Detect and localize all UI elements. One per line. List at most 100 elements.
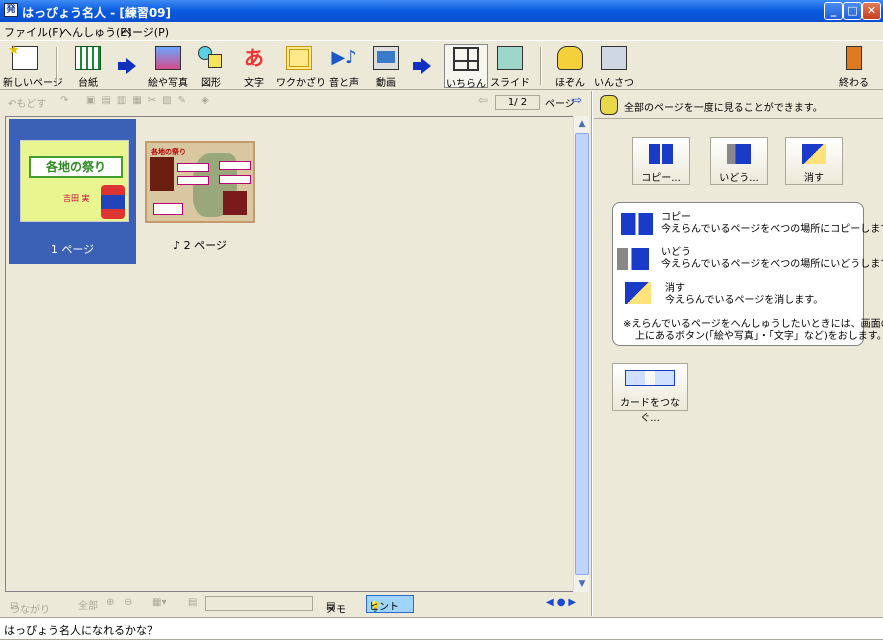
shape-icon [198, 46, 224, 70]
scroll-up-icon[interactable]: ▲ [574, 116, 590, 132]
slide-title: 各地の祭り [151, 148, 186, 156]
memo-field-icon: ▤ [188, 597, 198, 608]
note-box [219, 161, 251, 170]
video-label: 動画 [376, 78, 396, 89]
hint-label: ヒント [369, 602, 399, 613]
slide-preview: 各地の祭り 吉田 実 [20, 140, 129, 222]
card-link-icon [625, 370, 675, 386]
vertical-scrollbar[interactable]: ▲ ▼ [573, 116, 589, 592]
layout-icon[interactable]: ▦▾ [152, 597, 166, 608]
eraser-icon [625, 282, 651, 304]
menu-page[interactable]: ページ(P) [121, 24, 169, 40]
arrow-icon [413, 58, 431, 74]
help-pane: 全部のページを一度に見ることができます。 コピー... いどう... 消す コピ… [594, 91, 883, 615]
undo-button[interactable]: ↶もどす [8, 95, 46, 110]
help-header: 全部のページを一度に見ることができます。 [594, 91, 883, 119]
app-icon[interactable]: 発 [4, 3, 18, 17]
grid-icon [453, 47, 479, 71]
nav-arrows-icon[interactable]: ◀●▶ [546, 597, 579, 608]
copy-desc: 今えらんでいるページをべつの場所にコピーします。 [661, 224, 883, 235]
thumbnail-page-2[interactable]: 各地の祭り [145, 141, 255, 223]
connect-card-button[interactable]: カードをつなぐ... [612, 363, 688, 424]
connect-card-label: カードをつなぐ... [620, 398, 680, 424]
copy-label: コピー... [641, 173, 681, 184]
pane-splitter[interactable] [591, 91, 593, 616]
toolbar-separator [56, 47, 58, 85]
photo-image [150, 157, 174, 191]
delete-desc: 今えらんでいるページを消します。 [665, 295, 824, 306]
thumbnail-caption: 1 ページ [50, 243, 95, 256]
toolbar-separator [540, 47, 542, 85]
shape-button[interactable]: 図形 [193, 44, 229, 89]
picture-icon [155, 46, 181, 70]
hint-button[interactable]: 💡 ヒント [366, 595, 414, 613]
slide-button[interactable]: スライド [490, 44, 530, 89]
zoom-out-icon[interactable]: ⊖ [124, 597, 132, 608]
video-button[interactable]: 動画 [368, 44, 404, 89]
slide-label: スライド [490, 78, 530, 89]
hand-icon [600, 95, 618, 115]
frame-button[interactable]: ワクかざり [276, 44, 326, 89]
exit-button[interactable]: 終わる [834, 44, 874, 89]
menu-file[interactable]: ファイル(F) [4, 24, 63, 40]
sound-label: 音と声 [329, 78, 359, 89]
page-thumbnails: 各地の祭り 吉田 実 1 ページ 各地の祭り ♪ 2 ページ [5, 116, 589, 592]
save-icon [557, 46, 583, 70]
scroll-down-icon[interactable]: ▼ [574, 576, 590, 592]
thumbnail-caption: ♪ 2 ページ [173, 239, 227, 252]
copy-button[interactable]: コピー... [632, 137, 690, 185]
text-icon: あ [244, 46, 264, 70]
sound-button[interactable]: ▶♪ 音と声 [326, 44, 362, 89]
print-label: いんさつ [594, 78, 634, 89]
page-indicator: 1/ 2 [495, 95, 540, 110]
save-button[interactable]: ほぞん [550, 44, 590, 89]
title-bar[interactable]: 発 はっぴょう名人 - [練習09] _ □ ✕ [0, 0, 883, 22]
text-button[interactable]: あ 文字 [236, 44, 272, 89]
memo-field[interactable] [205, 596, 313, 611]
undo-label: もどす [16, 99, 47, 110]
maximize-button[interactable]: □ [843, 2, 862, 20]
eraser-icon [802, 144, 826, 164]
base-button[interactable]: 台紙 [66, 44, 110, 89]
edit-toolbar: ↶もどす ↷ ▣▤▥▦✂▧✎ ◈ ⇦ 1/ 2 ページ ⇨ [0, 91, 592, 113]
redo-icon[interactable]: ↷ [60, 95, 68, 106]
shape-label: 図形 [201, 78, 221, 89]
page-label: ページ [545, 99, 575, 110]
scroll-thumb[interactable] [575, 133, 589, 575]
next-page-icon[interactable]: ⇨ [572, 93, 582, 107]
copy-icon [621, 213, 653, 235]
thumbnail-page-1[interactable]: 各地の祭り 吉田 実 1 ページ [9, 119, 136, 264]
delete-label: 消す [804, 173, 824, 184]
slide-title: 各地の祭り [29, 156, 123, 178]
all-button[interactable]: 全部 [78, 597, 98, 612]
prev-page-icon[interactable]: ⇦ [478, 93, 488, 107]
base-icon [75, 46, 101, 70]
note-box [219, 175, 251, 184]
note-line-2: 上にあるボタン(「絵や写真」・「文字」など)をおします。 [635, 331, 883, 342]
app-window: 発 はっぴょう名人 - [練習09] _ □ ✕ ファイル(F) へんしゅう(E… [0, 0, 883, 640]
list-view-button[interactable]: いちらん [444, 44, 488, 90]
edit-tools[interactable]: ▣▤▥▦✂▧✎ ◈ [86, 95, 215, 106]
door-icon [846, 46, 862, 70]
print-button[interactable]: いんさつ [592, 44, 636, 89]
move-icon [727, 144, 751, 164]
arrow-icon [118, 58, 136, 74]
picture-button[interactable]: 絵や写真 [145, 44, 191, 89]
help-info-box: コピー 今えらんでいるページをべつの場所にコピーします。 いどう 今えらんでいる… [612, 202, 883, 346]
list-view-label: いちらん [446, 79, 486, 90]
zoom-in-icon[interactable]: ⊕ [106, 597, 114, 608]
close-button[interactable]: ✕ [862, 2, 881, 20]
delete-button[interactable]: 消す [785, 137, 843, 185]
minimize-button[interactable]: _ [824, 2, 843, 20]
new-page-label: 新しいページ [3, 78, 63, 89]
bottom-toolbar: ⊟ つながり 全部 ⊕ ⊖ ▦▾ ▤ ▤ メモ 💡 ヒント ◀●▶ [0, 593, 592, 616]
move-button[interactable]: いどう... [710, 137, 768, 185]
new-page-button[interactable]: ★ 新しいページ [3, 43, 63, 89]
copy-icon [649, 144, 673, 164]
video-icon [373, 46, 399, 70]
base-label: 台紙 [78, 78, 98, 89]
main-toolbar: ★ 新しいページ 台紙 絵や写真 図形 あ 文字 ワクかざり ▶♪ 音と声 動画… [0, 40, 883, 90]
character-icon [101, 185, 125, 219]
photo-image [223, 191, 247, 215]
move-label: いどう... [719, 173, 759, 184]
